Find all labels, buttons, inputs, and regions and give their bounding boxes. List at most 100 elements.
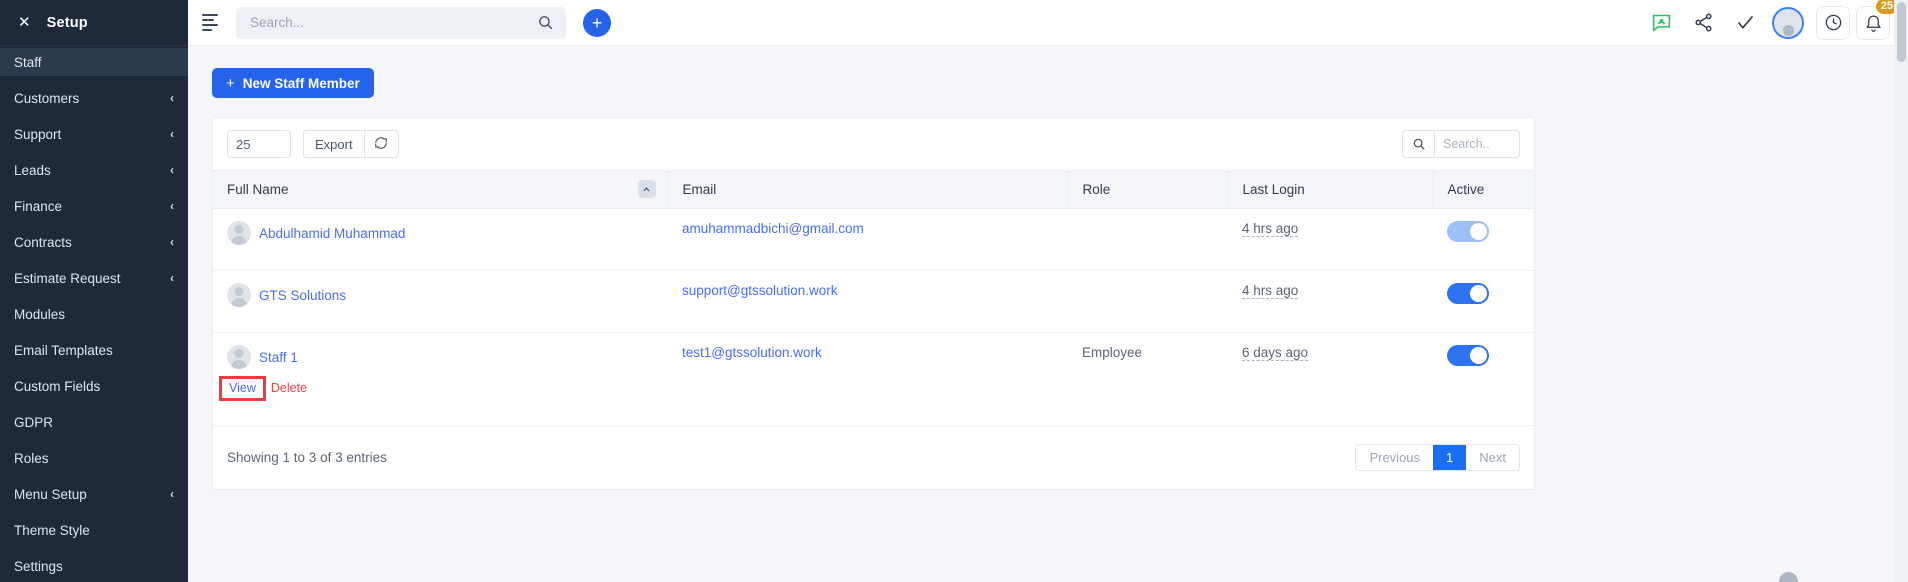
sidebar-item-label: Settings [14, 558, 63, 574]
bell-icon[interactable]: 25 [1856, 0, 1898, 40]
sidebar-item-theme-style[interactable]: Theme Style [0, 516, 188, 544]
plus-icon: + [591, 12, 603, 33]
new-staff-member-label: New Staff Member [242, 75, 360, 91]
page-length-select[interactable]: 25 50 100 [227, 130, 291, 158]
sidebar-item-contracts[interactable]: Contracts ‹ [0, 228, 188, 256]
clock-icon[interactable] [1816, 5, 1850, 40]
check-icon[interactable] [1724, 3, 1766, 43]
active-toggle[interactable] [1447, 221, 1489, 242]
sidebar-item-label: Estimate Request [14, 270, 121, 286]
chevron-left-icon: ‹ [170, 235, 174, 249]
new-staff-member-button[interactable]: + New Staff Member [212, 68, 374, 98]
view-action-highlight: View [219, 376, 266, 401]
sidebar-item-roles[interactable]: Roles [0, 444, 188, 472]
column-header-last-login[interactable]: Last Login [1228, 170, 1434, 209]
staff-name-link[interactable]: Staff 1 [259, 350, 298, 365]
chat-feedback-icon[interactable] [1640, 3, 1682, 43]
search-input[interactable] [248, 14, 554, 31]
scrollbar-thumb[interactable] [1897, 2, 1906, 62]
sidebar-item-label: Menu Setup [14, 486, 87, 502]
search-icon[interactable] [537, 14, 554, 36]
sidebar-item-label: Theme Style [14, 522, 90, 538]
chevron-left-icon: ‹ [170, 487, 174, 501]
sidebar-item-label: Leads [14, 162, 51, 178]
export-button[interactable]: Export [303, 130, 365, 158]
sidebar-item-custom-fields[interactable]: Custom Fields [0, 372, 188, 400]
table-row: Staff 1 View Delete test1@gtssolution.wo… [213, 332, 1534, 426]
close-icon[interactable]: ✕ [18, 15, 31, 30]
sidebar-item-finance[interactable]: Finance ‹ [0, 192, 188, 220]
sidebar-item-menu-setup[interactable]: Menu Setup ‹ [0, 480, 188, 508]
staff-name-link[interactable]: Abdulhamid Muhammad [259, 226, 405, 241]
table-body: Abdulhamid Muhammad amuhammadbichi@gmail… [213, 208, 1534, 426]
app-root: ✕ Setup Staff Customers ‹ Support ‹ Lead… [0, 0, 1908, 582]
topbar: + [188, 0, 1908, 582]
share-icon[interactable] [1682, 3, 1724, 43]
column-header-role[interactable]: Role [1068, 170, 1229, 209]
avatar [227, 283, 251, 307]
table-search-icon[interactable] [1402, 130, 1434, 158]
next-page-button[interactable]: Next [1466, 445, 1519, 470]
cell-active [1433, 208, 1534, 271]
email-link[interactable]: test1@gtssolution.work [682, 345, 822, 360]
table-search-input[interactable] [1434, 130, 1520, 158]
sidebar-item-customers[interactable]: Customers ‹ [0, 84, 188, 112]
column-header-full-name[interactable]: Full Name [213, 170, 669, 209]
sidebar-item-support[interactable]: Support ‹ [0, 120, 188, 148]
cell-role [1068, 270, 1228, 333]
cell-email: amuhammadbichi@gmail.com [668, 208, 1068, 271]
table-footer: Showing 1 to 3 of 3 entries Previous 1 N… [213, 426, 1534, 489]
vertical-scrollbar[interactable] [1894, 0, 1908, 582]
topbar-actions: 25 [1640, 0, 1898, 582]
sidebar-item-label: Contracts [14, 234, 72, 250]
table-search [1402, 130, 1520, 158]
cell-role [1068, 208, 1228, 271]
cell-email: test1@gtssolution.work [668, 332, 1068, 426]
sidebar-menu: Staff Customers ‹ Support ‹ Leads ‹ Fina… [0, 48, 188, 580]
sidebar-item-estimate-request[interactable]: Estimate Request ‹ [0, 264, 188, 292]
email-link[interactable]: support@gtssolution.work [682, 283, 838, 298]
cell-last-login: 4 hrs ago [1228, 208, 1433, 271]
staff-name-link[interactable]: GTS Solutions [259, 288, 346, 303]
column-header-active[interactable]: Active [1433, 170, 1534, 209]
page-1-button[interactable]: 1 [1433, 445, 1467, 470]
chevron-left-icon: ‹ [170, 91, 174, 105]
sidebar-item-label: Roles [14, 450, 49, 466]
sidebar-item-label: Email Templates [14, 342, 113, 358]
column-label: Role [1082, 182, 1111, 197]
sidebar-item-modules[interactable]: Modules [0, 300, 188, 328]
previous-page-button[interactable]: Previous [1356, 445, 1434, 470]
sidebar: ✕ Setup Staff Customers ‹ Support ‹ Lead… [0, 0, 188, 582]
active-toggle[interactable] [1447, 283, 1489, 304]
sidebar-item-leads[interactable]: Leads ‹ [0, 156, 188, 184]
refresh-button[interactable] [364, 130, 399, 158]
delete-link[interactable]: Delete [271, 381, 307, 395]
cell-active [1433, 270, 1534, 333]
avatar[interactable] [1772, 6, 1804, 582]
email-link[interactable]: amuhammadbichi@gmail.com [682, 221, 864, 236]
view-link[interactable]: View [229, 381, 256, 395]
column-label: Last Login [1242, 182, 1305, 197]
table-toolbar: 25 50 100 Export [213, 118, 1534, 170]
chevron-left-icon: ‹ [170, 271, 174, 285]
sidebar-item-label: Finance [14, 198, 63, 214]
cell-active [1433, 332, 1534, 426]
global-search[interactable] [236, 6, 566, 39]
add-button[interactable]: + [583, 8, 611, 37]
sidebar-item-settings[interactable]: Settings [0, 552, 188, 580]
cell-full-name: Staff 1 View Delete [213, 332, 668, 426]
last-login-value: 6 days ago [1242, 345, 1309, 361]
sidebar-item-staff[interactable]: Staff [0, 48, 188, 76]
hamburger-icon[interactable] [202, 13, 222, 33]
refresh-icon [374, 136, 388, 153]
sidebar-item-gdpr[interactable]: GDPR [0, 408, 188, 436]
sidebar-item-email-templates[interactable]: Email Templates [0, 336, 188, 364]
active-toggle[interactable] [1447, 345, 1489, 366]
sort-asc-icon[interactable] [637, 180, 656, 198]
column-header-email[interactable]: Email [668, 170, 1069, 209]
sidebar-title: Setup [46, 14, 88, 31]
